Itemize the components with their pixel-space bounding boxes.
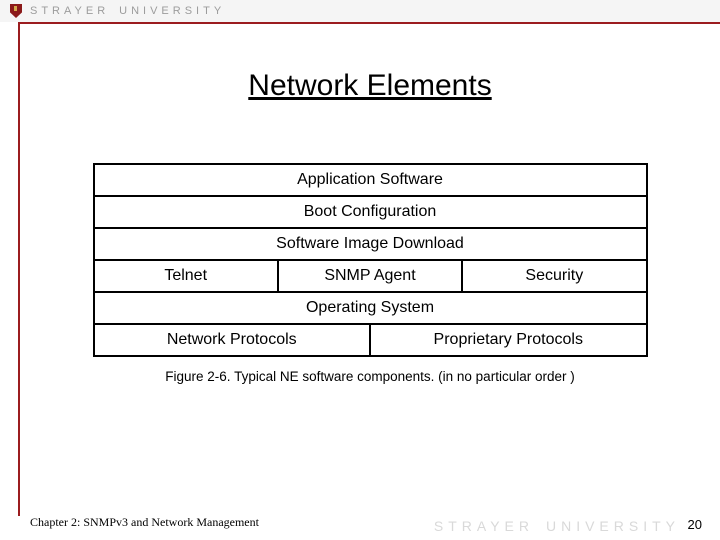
- diagram-cell: Operating System: [95, 293, 646, 323]
- slide-body: Network Elements Application Software Bo…: [20, 24, 720, 516]
- brand-text: STRAYER UNIVERSITY: [30, 5, 225, 17]
- diagram-row: Application Software: [95, 165, 646, 197]
- brand-word-2: UNIVERSITY: [119, 5, 225, 17]
- footer-chapter: Chapter 2: SNMPv3 and Network Management: [30, 515, 259, 530]
- page-number: 20: [688, 517, 702, 532]
- diagram-cell: Boot Configuration: [95, 197, 646, 227]
- brand-word-1: STRAYER: [30, 5, 109, 17]
- figure-caption: Figure 2-6. Typical NE software componen…: [20, 369, 720, 384]
- diagram-row: Software Image Download: [95, 229, 646, 261]
- slide-title: Network Elements: [20, 69, 720, 103]
- diagram-cell: Security: [461, 261, 645, 291]
- diagram-row: Network Protocols Proprietary Protocols: [95, 325, 646, 357]
- diagram-row: Telnet SNMP Agent Security: [95, 261, 646, 293]
- diagram-cell: Network Protocols: [95, 325, 370, 355]
- diagram-row: Boot Configuration: [95, 197, 646, 229]
- header-bar: STRAYER UNIVERSITY: [0, 0, 720, 22]
- logo-shield-icon: [10, 4, 22, 18]
- footer-brand: STRAYERUNIVERSITY: [434, 518, 680, 534]
- diagram-row: Operating System: [95, 293, 646, 325]
- diagram-cell: Telnet: [95, 261, 277, 291]
- diagram-cell: Proprietary Protocols: [369, 325, 646, 355]
- diagram-cell: SNMP Agent: [277, 261, 461, 291]
- diagram-cell: Software Image Download: [95, 229, 646, 259]
- diagram-cell: Application Software: [95, 165, 646, 195]
- layers-diagram: Application Software Boot Configuration …: [93, 163, 648, 357]
